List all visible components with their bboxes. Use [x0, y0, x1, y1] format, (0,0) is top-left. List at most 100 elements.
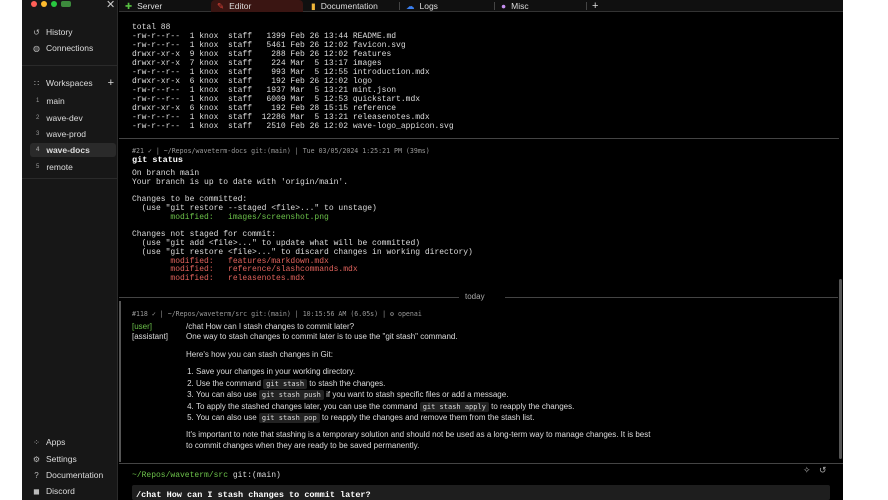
date-divider: today — [465, 292, 485, 301]
sidebar-item-connections[interactable]: ◍ Connections — [32, 41, 93, 55]
step-text: You can also use — [196, 390, 259, 399]
file-icon: ▮ — [311, 0, 316, 11]
label: Discord — [46, 486, 75, 496]
divider — [22, 178, 118, 179]
label: remote — [46, 162, 73, 172]
workspace-main[interactable]: 1 main — [30, 94, 116, 108]
num: 3 — [36, 131, 40, 137]
label: Documentation — [46, 470, 104, 480]
plus-icon: ✚ — [125, 0, 133, 11]
tab-documentation[interactable]: ▮ Documentation — [305, 0, 397, 12]
tab-editor[interactable]: ✎ Editor — [211, 0, 303, 12]
sidebar-item-discord[interactable]: ◼ Discord — [32, 484, 75, 498]
git-status-block: #21 ✓ | ~/Repos/waveterm-docs git:(main)… — [132, 147, 473, 284]
command-meta: #21 ✓ | ~/Repos/waveterm-docs git:(main)… — [132, 147, 430, 155]
ls-line: total 88 — [132, 23, 171, 32]
block-separator — [119, 463, 843, 464]
help-icon: ? — [34, 470, 39, 480]
command-input[interactable]: /chat How can I stash changes to commit … — [132, 485, 830, 500]
globe-icon: ◍ — [33, 43, 40, 53]
tab-server[interactable]: ✚ Server — [119, 0, 209, 12]
ls-line: -rw-r--r-- 1 knox staff 12286 Mar 5 13:2… — [132, 113, 430, 122]
label: Server — [137, 1, 163, 11]
assistant-text: One way to stash changes to commit later… — [186, 332, 458, 341]
step-text: to reapply the changes. — [488, 401, 575, 411]
sidebar-item-apps[interactable]: ⁘ Apps — [32, 435, 65, 449]
ls-line: drwxr-xr-x 6 knox staff 192 Feb 26 12:02… — [132, 77, 373, 86]
num: 1 — [36, 98, 40, 104]
label: main — [46, 96, 65, 106]
step-item: Use the command git stash to stash the c… — [196, 378, 666, 391]
command-meta: #118 ✓ | ~/Repos/waveterm/src git:(main)… — [132, 310, 422, 318]
output-line: Your branch is up to date with 'origin/m… — [132, 177, 349, 187]
tab-misc[interactable]: ● Misc — [495, 0, 587, 12]
ls-line: -rw-r--r-- 1 knox staff 2510 Feb 26 12:0… — [132, 122, 454, 131]
ghost-icon: ● — [501, 1, 507, 11]
tab-bar: ✚ Server ✎ Editor ▮ Documentation ☁ Logs ● Mi… — [119, 0, 843, 12]
prompt: ~/Repos/waveterm/src git:(main) — [132, 471, 281, 480]
minimize-window-button[interactable] — [41, 1, 47, 7]
window-controls — [31, 1, 71, 7]
assistant-text: It's important to note that stashing is … — [186, 430, 651, 450]
history-icon: ↺ — [33, 27, 40, 37]
logo-icon — [61, 1, 71, 7]
block-selection-bar — [119, 301, 121, 462]
pencil-icon: ✎ — [217, 0, 225, 11]
add-tab-button[interactable]: + — [586, 0, 598, 12]
assistant-role: [assistant] — [132, 332, 169, 341]
gear-icon: ⚙ — [32, 454, 41, 464]
divider-line — [119, 297, 459, 298]
divider — [22, 65, 118, 66]
workspace-wave-prod[interactable]: 3 wave-prod — [30, 127, 116, 141]
scrollbar[interactable] — [839, 279, 842, 459]
label: Settings — [46, 454, 77, 464]
steps-list: Save your changes in your working direct… — [196, 367, 666, 425]
add-workspace-button[interactable]: + — [108, 77, 114, 89]
step-item: You can also use git stash push if you w… — [196, 390, 666, 402]
label: wave-prod — [46, 129, 87, 139]
block-separator — [119, 138, 839, 139]
sidebar-item-settings[interactable]: ⚙ Settings — [32, 452, 77, 466]
workspace-wave-docs[interactable]: 4 wave-docs — [30, 143, 116, 157]
workspace-wave-dev[interactable]: 2 wave-dev — [30, 111, 116, 125]
unstaged-file: modified: releasenotes.mdx — [132, 274, 305, 283]
sidebar: ✕ ↺ History ◍ Connections ∷ Workspaces + 1 ma… — [22, 0, 118, 500]
history-icon[interactable]: ↺ — [819, 465, 827, 476]
discord-icon: ◼ — [33, 486, 40, 496]
label: Editor — [229, 1, 252, 11]
grid-icon: ∷ — [33, 78, 40, 88]
inline-code: git stash push — [258, 390, 324, 400]
maximize-window-button[interactable] — [51, 1, 57, 7]
step-text: to reapply the changes and remove them f… — [319, 413, 535, 422]
command-input-text: /chat How can I stash changes to commit … — [136, 490, 371, 500]
command: git status — [132, 155, 184, 165]
ls-line: drwxr-xr-x 6 knox staff 192 Feb 28 15:15… — [132, 104, 397, 113]
ls-line: -rw-r--r-- 1 knox staff 1937 Mar 5 13:21… — [132, 86, 397, 95]
ai-sparkle-icon[interactable]: ✧ — [803, 465, 811, 476]
workspace-remote[interactable]: 5 remote — [30, 160, 116, 174]
label: wave-dev — [46, 113, 83, 123]
ls-line: -rw-r--r-- 1 knox staff 5461 Feb 26 12:0… — [132, 41, 406, 50]
cloud-icon: ☁ — [406, 0, 415, 11]
inline-code: git stash apply — [419, 401, 489, 412]
step-text: Use the command — [196, 378, 264, 388]
label: Workspaces — [46, 78, 93, 88]
step-item: Save your changes in your working direct… — [196, 367, 666, 379]
close-window-button[interactable] — [31, 1, 37, 7]
label: wave-docs — [46, 145, 90, 155]
label: Apps — [46, 437, 66, 447]
num: 4 — [36, 147, 40, 153]
sidebar-item-history[interactable]: ↺ History — [32, 25, 72, 39]
step-text: to stash the changes. — [307, 378, 386, 388]
sidebar-item-documentation[interactable]: ? Documentation — [32, 468, 103, 482]
step-item: To apply the stashed changes later, you … — [196, 401, 666, 414]
step-item: You can also use git stash pop to reappl… — [196, 413, 666, 425]
close-sidebar-icon[interactable]: ✕ — [106, 0, 115, 11]
user-role: [user] — [132, 322, 153, 331]
ls-line: drwxr-xr-x 9 knox staff 288 Feb 26 12:02… — [132, 50, 392, 59]
assistant-text: Here's how you can stash changes in Git: — [186, 350, 333, 359]
tab-logs[interactable]: ☁ Logs — [400, 0, 492, 12]
ls-line: -rw-r--r-- 1 knox staff 6009 Mar 5 12:53… — [132, 95, 421, 104]
label: Logs — [419, 1, 438, 11]
workspaces-header: ∷ Workspaces + — [32, 76, 114, 90]
